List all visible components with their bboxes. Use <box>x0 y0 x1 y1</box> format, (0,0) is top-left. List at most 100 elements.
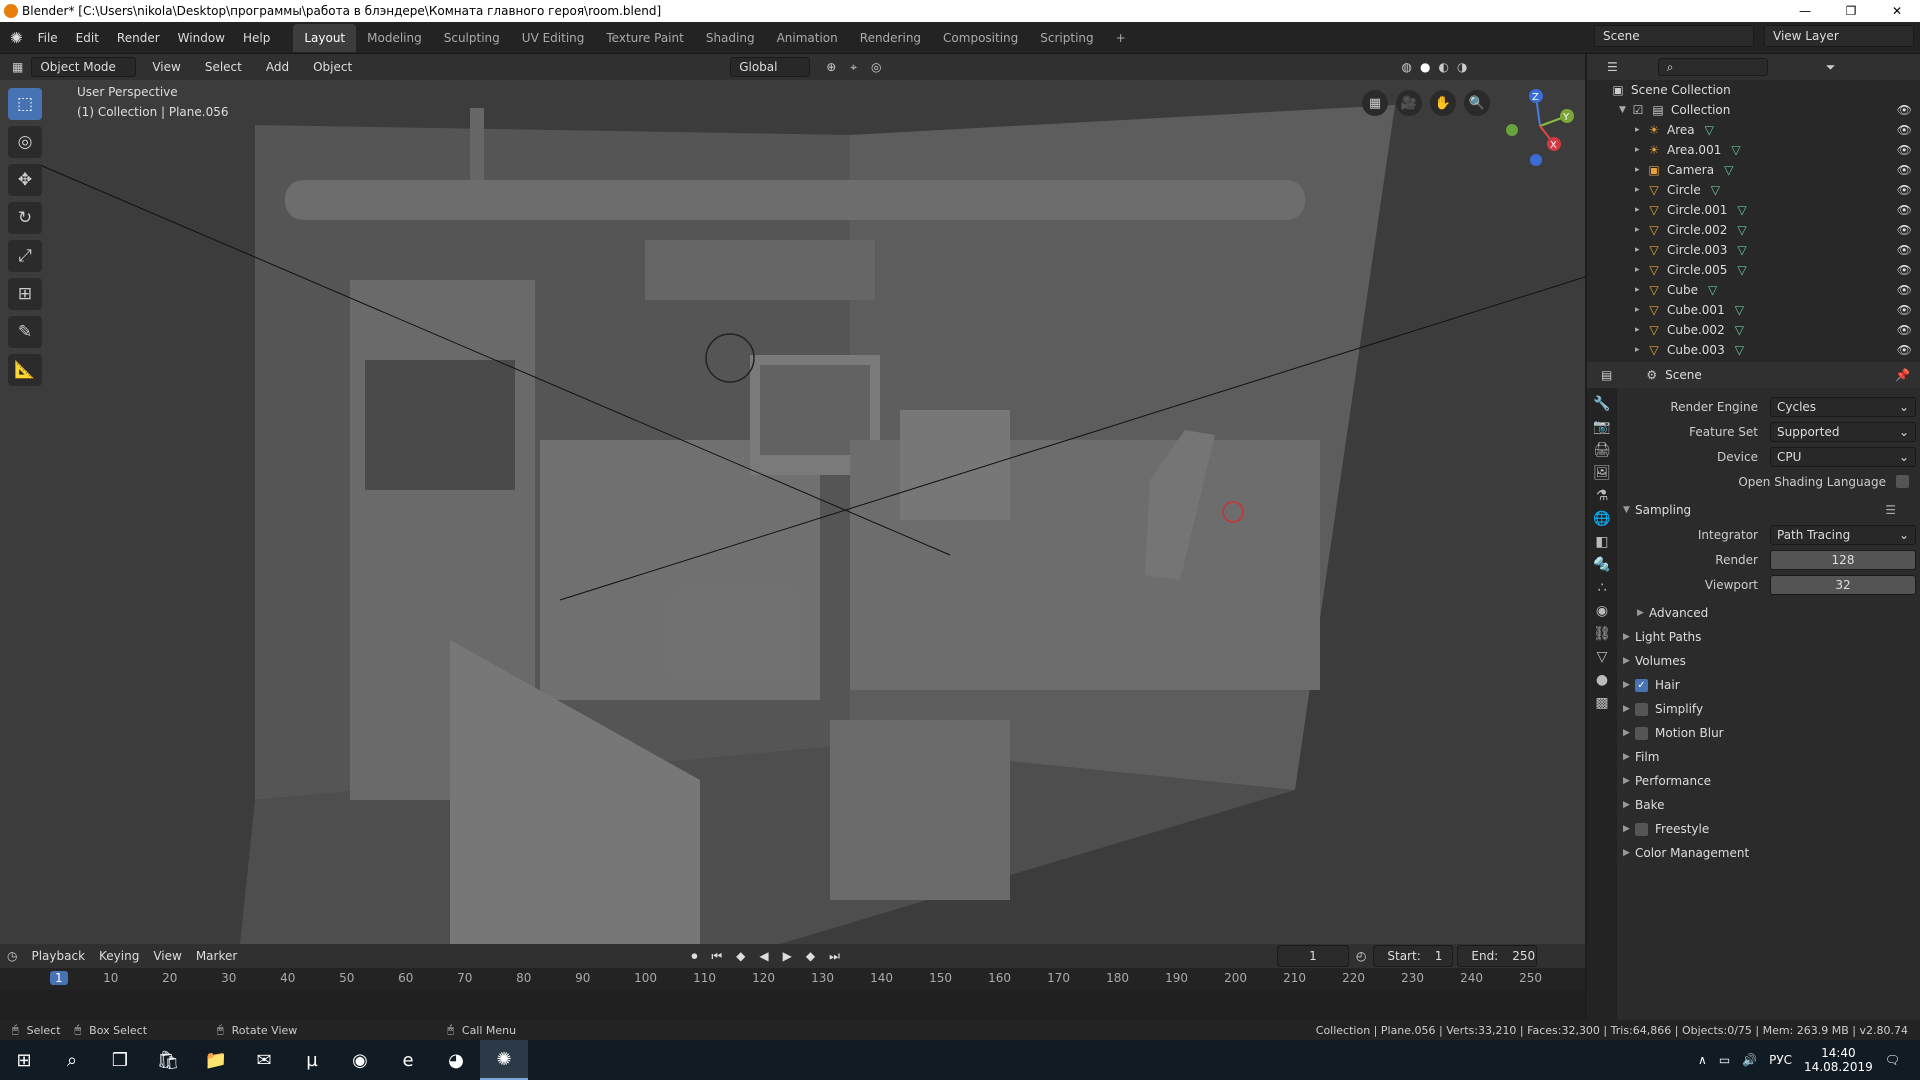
expand-arrow-icon[interactable]: ▸ <box>1635 225 1647 235</box>
object-data-icon[interactable]: ▽ <box>1737 223 1746 237</box>
select-box-tool-icon[interactable]: ⬚ <box>8 88 42 120</box>
viewport-samples-field[interactable]: 32 <box>1770 574 1916 595</box>
visibility-eye-icon[interactable]: 👁 <box>1897 183 1912 197</box>
shading-rendered-icon[interactable]: ◑ <box>1457 60 1467 74</box>
visibility-eye-icon[interactable]: 👁 <box>1897 343 1912 357</box>
zoom-icon[interactable]: 🔍 <box>1464 90 1490 116</box>
annotate-tool-icon[interactable]: ✎ <box>8 316 42 348</box>
expand-arrow-icon[interactable]: ▸ <box>1635 265 1647 275</box>
filter-icon[interactable]: ⏷ <box>1826 60 1836 75</box>
texture-tab-icon[interactable]: ▩ <box>1595 695 1608 711</box>
pin-icon[interactable]: 📌 <box>1895 368 1910 382</box>
pivot-icon[interactable]: ⊕ <box>826 60 836 74</box>
visibility-eye-icon[interactable]: 👁 <box>1897 103 1912 117</box>
integrator-dropdown[interactable]: Path Tracing ⌄ <box>1770 524 1916 545</box>
orientation-gizmo[interactable]: Z Y X <box>1500 86 1580 166</box>
notifications-icon[interactable]: 🗨 <box>1885 1053 1900 1067</box>
render-samples-field[interactable]: 128 <box>1770 549 1916 570</box>
visibility-eye-icon[interactable]: 👁 <box>1897 143 1912 157</box>
object-data-icon[interactable]: ▽ <box>1711 183 1720 197</box>
menu-file[interactable]: File <box>29 31 67 45</box>
mode-dropdown[interactable]: Object Mode <box>31 57 137 77</box>
section-enable-checkbox[interactable] <box>1635 702 1648 716</box>
outliner-item[interactable]: ▸ ▽ Cube ▽ 👁 <box>1587 280 1920 300</box>
outliner-item[interactable]: ▸ ▽ Circle.001 ▽ 👁 <box>1587 200 1920 220</box>
transform-tool-icon[interactable]: ⊞ <box>8 278 42 310</box>
properties-section-header[interactable]: ▶ Film <box>1623 745 1916 769</box>
network-icon[interactable]: ▭ <box>1719 1053 1730 1067</box>
object-tab-icon[interactable]: ◧ <box>1595 534 1608 550</box>
outliner-item[interactable]: ▸ ▽ Cube.003 ▽ 👁 <box>1587 340 1920 360</box>
properties-section-header[interactable]: ▶ Color Management <box>1623 841 1916 865</box>
outliner-search-field[interactable]: ⌕ <box>1657 58 1768 76</box>
object-data-icon[interactable]: ▽ <box>1708 283 1717 297</box>
scene-selector[interactable]: Scene <box>1594 25 1754 47</box>
start-frame-field[interactable]: Start: 1 <box>1373 945 1454 967</box>
shading-material-icon[interactable]: ◐ <box>1438 60 1448 74</box>
view-layer-selector[interactable]: View Layer <box>1764 25 1914 47</box>
view-layer-tab-icon[interactable]: 🖼 <box>1593 465 1611 481</box>
data-tab-icon[interactable]: ▽ <box>1597 649 1608 665</box>
visibility-eye-icon[interactable]: 👁 <box>1897 163 1912 177</box>
store-icon[interactable]: 🛍 <box>144 1040 192 1080</box>
visibility-eye-icon[interactable]: 👁 <box>1897 303 1912 317</box>
visibility-eye-icon[interactable]: 👁 <box>1897 243 1912 257</box>
object-data-icon[interactable]: ▽ <box>1737 263 1746 277</box>
current-frame-field[interactable]: 1 <box>1276 945 1349 967</box>
start-button-icon[interactable]: ⊞ <box>0 1040 48 1080</box>
outliner-item[interactable]: ▸ ▣ Camera ▽ 👁 <box>1587 160 1920 180</box>
jump-end-icon[interactable]: ⏭ <box>822 949 847 964</box>
expand-arrow-icon[interactable]: ▸ <box>1635 345 1647 355</box>
expand-arrow-icon[interactable]: ▸ <box>1635 305 1647 315</box>
visibility-eye-icon[interactable]: 👁 <box>1897 263 1912 277</box>
section-enable-checkbox[interactable]: ✓ <box>1635 678 1648 692</box>
grid-toggle-icon[interactable]: ▦ <box>1362 90 1388 116</box>
visibility-eye-icon[interactable]: 👁 <box>1897 123 1912 137</box>
timeline-view-menu[interactable]: View <box>146 949 188 963</box>
torrent-app-icon[interactable]: µ <box>288 1040 336 1080</box>
jump-start-icon[interactable]: ⏮ <box>704 949 729 964</box>
prev-keyframe-icon[interactable]: ◆ <box>729 949 752 963</box>
view-menu[interactable]: View <box>144 58 188 76</box>
sampling-section-header[interactable]: ▼ Sampling ☰ <box>1623 498 1916 522</box>
menu-render[interactable]: Render <box>108 31 169 45</box>
orientation-dropdown[interactable]: Global <box>730 57 811 77</box>
play-reverse-icon[interactable]: ◀ <box>752 949 775 963</box>
proportional-edit-icon[interactable]: ◎ <box>871 60 881 74</box>
expand-arrow-icon[interactable]: ▸ <box>1635 165 1647 175</box>
file-explorer-icon[interactable]: 📁 <box>192 1040 240 1080</box>
material-tab-icon[interactable]: ● <box>1596 672 1608 688</box>
modifier-tab-icon[interactable]: 🔩 <box>1593 557 1610 573</box>
viewport-3d[interactable]: User Perspective (1) Collection | Plane.… <box>0 80 1585 944</box>
language-indicator[interactable]: РУС <box>1769 1053 1792 1067</box>
timeline-ruler[interactable]: 1 10 20 30 40 50 60 70 80 90 100 110 120 130 140 150 160… <box>0 968 1585 990</box>
move-tool-icon[interactable]: ✥ <box>8 164 42 196</box>
editor-type-icon[interactable]: ▦ <box>12 60 23 74</box>
expand-arrow-icon[interactable]: ▸ <box>1635 325 1647 335</box>
expand-arrow-icon[interactable]: ▸ <box>1635 245 1647 255</box>
render-engine-dropdown[interactable]: Cycles ⌄ <box>1770 396 1916 417</box>
properties-section-header[interactable]: ▶ Volumes <box>1623 649 1916 673</box>
scene-collection-row[interactable]: ▣ Scene Collection <box>1587 80 1920 100</box>
object-data-icon[interactable]: ▽ <box>1735 303 1744 317</box>
section-enable-checkbox[interactable] <box>1635 822 1648 836</box>
properties-editor-icon[interactable]: ▤ <box>1601 368 1612 382</box>
minimize-button[interactable]: — <box>1782 0 1828 22</box>
outliner-editor-icon[interactable]: ☰ <box>1607 60 1618 74</box>
tab-shading[interactable]: Shading <box>695 24 766 52</box>
visibility-eye-icon[interactable]: 👁 <box>1897 323 1912 337</box>
properties-section-header[interactable]: ▶ Motion Blur <box>1623 721 1916 745</box>
camera-view-icon[interactable]: 🎥 <box>1396 90 1422 116</box>
tab-modeling[interactable]: Modeling <box>356 24 433 52</box>
visibility-eye-icon[interactable]: 👁 <box>1897 223 1912 237</box>
object-data-icon[interactable]: ▽ <box>1731 143 1740 157</box>
object-data-icon[interactable]: ▽ <box>1724 163 1733 177</box>
next-keyframe-icon[interactable]: ◆ <box>799 949 822 963</box>
advanced-subsection[interactable]: ▶ Advanced <box>1623 601 1916 625</box>
podcast-app-icon[interactable]: ◉ <box>336 1040 384 1080</box>
add-menu[interactable]: Add <box>258 58 297 76</box>
device-dropdown[interactable]: CPU ⌄ <box>1770 446 1916 467</box>
object-data-icon[interactable]: ▽ <box>1737 243 1746 257</box>
cursor-tool-icon[interactable]: ◎ <box>8 126 42 158</box>
properties-section-header[interactable]: ▶ Freestyle <box>1623 817 1916 841</box>
